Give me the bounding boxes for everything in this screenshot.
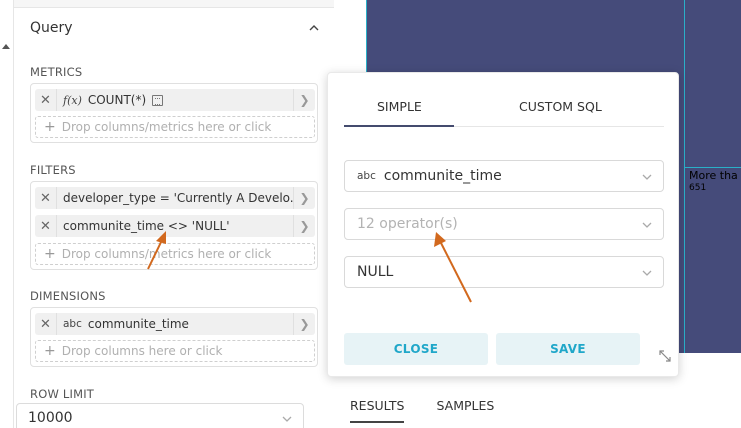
comparator-value: NULL <box>357 264 394 280</box>
query-section-title: Query <box>30 20 73 36</box>
treemap-cell-border <box>684 167 741 168</box>
results-tabs: RESULTS SAMPLES <box>350 398 494 423</box>
metric-text: COUNT(*) <box>87 93 147 107</box>
resize-icon[interactable] <box>658 349 672 363</box>
operator-select[interactable]: 12 operator(s) <box>344 208 664 240</box>
dimensions-label: DIMENSIONS <box>30 289 106 303</box>
chevron-right-icon[interactable]: ❯ <box>293 215 315 237</box>
dimension-text: communite_time <box>87 317 189 331</box>
filter-chip-label: communite_time <> 'NULL' <box>63 219 230 233</box>
filters-drop-zone[interactable]: + Drop columns/metrics here or click <box>35 243 315 265</box>
tab-custom-sql[interactable]: CUSTOM SQL <box>519 99 602 114</box>
metrics-label: METRICS <box>30 65 83 79</box>
metrics-drop-text: Drop columns/metrics here or click <box>61 120 272 134</box>
treemap-cell-border <box>684 0 685 353</box>
dimensions-well: ✕ abc communite_time ❯ + Drop columns he… <box>30 307 318 367</box>
row-limit-value: 10000 <box>28 410 73 426</box>
function-icon: f(x) <box>63 93 82 107</box>
chevron-right-icon[interactable]: ❯ <box>293 313 315 335</box>
row-limit-select[interactable]: 10000 <box>16 403 304 428</box>
remove-dimension-icon[interactable]: ✕ <box>35 313 57 335</box>
chevron-right-icon[interactable]: ❯ <box>293 187 315 209</box>
remove-filter-icon[interactable]: ✕ <box>35 187 57 209</box>
tab-results[interactable]: RESULTS <box>350 398 405 423</box>
string-type-icon: abc <box>357 170 376 182</box>
filters-label: FILTERS <box>30 163 76 177</box>
close-button[interactable]: CLOSE <box>344 333 488 365</box>
plus-icon: + <box>44 246 56 262</box>
chevron-up-icon[interactable] <box>308 22 320 34</box>
left-collapse-strip <box>0 0 14 428</box>
plus-icon: + <box>44 343 56 359</box>
dimensions-drop-text: Drop columns here or click <box>61 344 223 358</box>
tab-simple[interactable]: SIMPLE <box>377 99 422 114</box>
filter-chip[interactable]: ✕ communite_time <> 'NULL' ❯ <box>35 215 315 237</box>
dimension-chip-label: abc communite_time <box>57 317 293 331</box>
metric-chip-label: f(x) COUNT(*) <box>57 93 293 107</box>
query-section: Query METRICS ✕ f(x) COUNT(*) ❯ + Drop c… <box>14 7 334 428</box>
collapse-caret-icon[interactable] <box>2 44 10 49</box>
column-value: communite_time <box>383 168 502 184</box>
column-select[interactable]: abc communite_time <box>344 160 664 192</box>
tab-samples[interactable]: SAMPLES <box>436 398 494 423</box>
metrics-well: ✕ f(x) COUNT(*) ❯ + Drop columns/metrics… <box>30 83 318 143</box>
dimensions-drop-zone[interactable]: + Drop columns here or click <box>35 340 315 362</box>
comparator-select[interactable]: NULL <box>344 256 664 288</box>
remove-filter-icon[interactable]: ✕ <box>35 215 57 237</box>
popover-tabs: SIMPLE CUSTOM SQL <box>344 89 664 127</box>
treemap-cell-value: 651 <box>689 183 707 193</box>
row-limit-label: ROW LIMIT <box>30 387 95 401</box>
metric-chip[interactable]: ✕ f(x) COUNT(*) ❯ <box>35 89 315 111</box>
filter-chip[interactable]: ✕ developer_type = 'Currently A Develo..… <box>35 187 315 209</box>
treemap-cell-name: More tha <box>689 169 738 182</box>
filter-edit-popover: SIMPLE CUSTOM SQL abc communite_time 12 … <box>327 72 679 377</box>
chevron-down-icon <box>642 270 652 276</box>
string-type-icon: abc <box>63 318 82 330</box>
remove-metric-icon[interactable]: ✕ <box>35 89 57 111</box>
plus-icon: + <box>44 119 56 135</box>
filter-chip-label: developer_type = 'Currently A Develo... <box>63 191 293 205</box>
chevron-down-icon <box>642 222 652 228</box>
filters-well: ✕ developer_type = 'Currently A Develo..… <box>30 181 318 270</box>
chevron-down-icon <box>642 174 652 180</box>
chevron-down-icon <box>282 416 292 422</box>
active-tab-indicator <box>344 125 454 127</box>
operator-placeholder: 12 operator(s) <box>357 216 458 232</box>
dimension-chip[interactable]: ✕ abc communite_time ❯ <box>35 313 315 335</box>
metrics-drop-zone[interactable]: + Drop columns/metrics here or click <box>35 116 315 138</box>
treemap-cell-label: More tha 651 <box>689 170 738 194</box>
save-button[interactable]: SAVE <box>496 333 640 365</box>
chevron-right-icon[interactable]: ❯ <box>293 89 315 111</box>
query-panel: Query METRICS ✕ f(x) COUNT(*) ❯ + Drop c… <box>14 0 334 428</box>
filters-drop-text: Drop columns/metrics here or click <box>61 247 272 261</box>
calculator-icon <box>152 94 164 106</box>
